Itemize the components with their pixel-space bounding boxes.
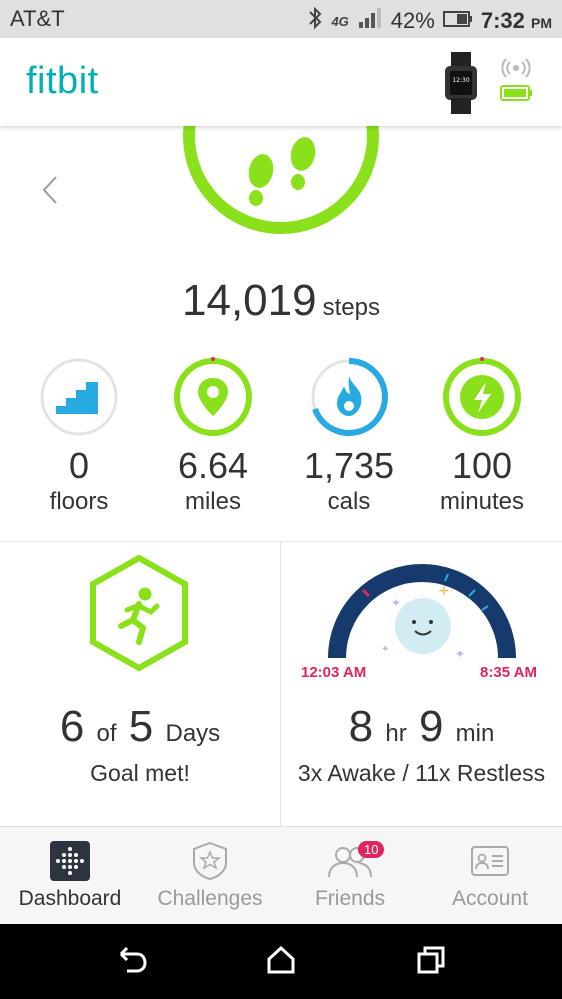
svg-text:✦: ✦ <box>381 644 389 655</box>
sleep-start-time: 12:03 AM <box>301 664 367 681</box>
tab-challenges[interactable]: Challenges <box>140 839 280 911</box>
minutes-unit: min <box>455 720 495 747</box>
hours-unit: hr <box>385 720 407 747</box>
sleep-quality: 3x Awake / 11x Restless <box>297 760 546 786</box>
signal-icon <box>357 7 383 35</box>
stat-miles[interactable]: 6.64 miles <box>153 356 273 516</box>
tab-label: Dashboard <box>18 887 122 910</box>
exercise-goal-tile[interactable]: 6 of 5 Days Goal met! <box>0 542 281 826</box>
back-arrow-icon <box>119 946 147 973</box>
clock: 7:32 PM <box>480 8 552 33</box>
sleep-hours: 8 <box>348 702 374 751</box>
sleep-gauge: + ✦ ✦ ✦ <box>328 564 516 661</box>
days-count: 6 <box>59 702 85 751</box>
svg-text:+: + <box>438 583 450 599</box>
tab-account[interactable]: Account <box>420 839 560 911</box>
chevron-left-icon <box>42 176 57 204</box>
steps-ring[interactable] <box>181 126 381 247</box>
location-pin-icon <box>198 378 228 416</box>
goal-status: Goal met! <box>90 760 190 786</box>
bluetooth-icon <box>307 6 323 36</box>
bottom-navigation: Dashboard Challenges 10 Friends Account <box>0 826 562 924</box>
account-icon <box>471 846 509 876</box>
dashboard-icon <box>50 841 90 881</box>
days-goal: 5 <box>128 702 154 751</box>
running-person-icon <box>118 587 160 645</box>
stat-floors[interactable]: 0 floors <box>19 356 139 516</box>
stat-value: 0 <box>68 445 90 486</box>
stat-label: minutes <box>439 488 525 515</box>
stat-label: miles <box>184 488 241 515</box>
dashboard-content[interactable]: 14,019 steps 0 floors 6.64 miles 1,735 c… <box>0 126 562 826</box>
sync-status <box>500 58 532 109</box>
tiles-row: 6 of 5 Days Goal met! + ✦ ✦ ✦ 12:03 AM 8… <box>0 541 562 826</box>
svg-text:12:30: 12:30 <box>452 77 469 84</box>
recents-button[interactable] <box>416 946 446 979</box>
exercise-hexagon <box>90 554 188 672</box>
exercise-days: 6 of 5 Days <box>0 702 280 752</box>
tab-label: Account <box>452 887 528 910</box>
network-4g-icon: 4G <box>331 13 349 29</box>
footsteps-icon <box>248 137 316 206</box>
stat-cals[interactable]: 1,735 cals <box>289 356 409 516</box>
stat-minutes[interactable]: 100 minutes <box>422 356 542 516</box>
recents-icon <box>417 946 445 974</box>
moon-face-icon <box>395 598 451 654</box>
tab-label: Friends <box>314 887 386 910</box>
tracker-device-button[interactable]: 12:30 <box>441 52 481 119</box>
battery-percent: 42% <box>390 8 435 33</box>
sleep-tile[interactable]: + ✦ ✦ ✦ 12:03 AM 8:35 AM 8 hr 9 min 3x A… <box>281 542 562 826</box>
home-button[interactable] <box>266 945 296 979</box>
stat-label: floors <box>49 488 109 515</box>
system-navigation-bar <box>0 924 562 999</box>
flame-icon <box>337 376 362 416</box>
back-button[interactable] <box>117 946 147 979</box>
tracker-icon: 12:30 <box>445 52 477 114</box>
stat-label: cals <box>327 488 371 515</box>
sleep-minutes: 9 <box>418 702 444 751</box>
svg-text:✦: ✦ <box>455 647 465 661</box>
previous-day-button[interactable] <box>40 171 60 216</box>
sleep-end-time: 8:35 AM <box>480 664 537 681</box>
sync-signal-icon <box>501 58 531 78</box>
battery-icon <box>442 8 473 34</box>
days-of: of <box>96 720 117 747</box>
friends-badge: 10 <box>358 841 385 858</box>
lightning-icon <box>460 375 504 419</box>
stat-value: 100 <box>451 445 513 486</box>
status-bar: AT&T 4G 42% 7:32 PM <box>0 0 562 38</box>
steps-count: 14,019 steps <box>0 276 562 326</box>
challenges-icon <box>193 841 227 881</box>
tracker-battery-icon <box>500 85 532 101</box>
stat-value: 1,735 <box>303 445 395 486</box>
app-header: fitbit 12:30 <box>0 38 562 126</box>
status-icons: 4G 42% 7:32 PM <box>307 6 552 36</box>
carrier-label: AT&T <box>10 6 65 31</box>
sleep-duration: 8 hr 9 min <box>281 702 562 752</box>
svg-text:✦: ✦ <box>391 596 401 610</box>
tab-dashboard[interactable]: Dashboard <box>0 839 140 911</box>
steps-unit: steps <box>322 294 380 321</box>
fitbit-logo: fitbit <box>26 60 99 102</box>
days-label: Days <box>165 720 221 747</box>
tab-label: Challenges <box>157 887 263 910</box>
stairs-icon <box>56 382 98 414</box>
tab-friends[interactable]: 10 Friends <box>280 839 420 911</box>
home-icon <box>267 945 295 974</box>
stat-value: 6.64 <box>177 445 249 486</box>
steps-value: 14,019 <box>182 276 317 325</box>
